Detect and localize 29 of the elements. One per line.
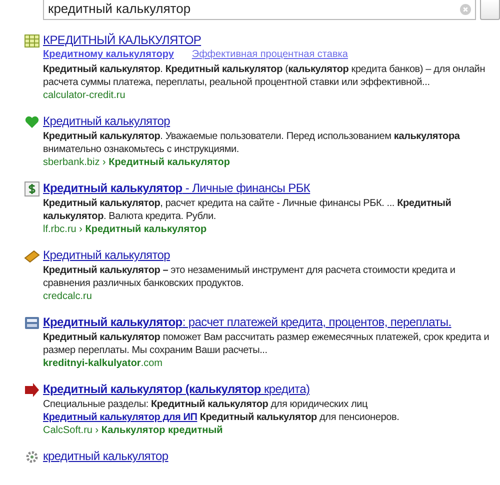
result-title-link[interactable]: Кредитный калькулятор (43, 247, 494, 263)
heart-icon (24, 114, 40, 130)
result-snippet: Кредитный калькулятор. Уважаемые пользователи. Перед использованием калькулятора внимательно ознакомьтесь с инструкциями. (43, 130, 461, 156)
result-snippet: Кредитный калькулятор. Кредитный калькулятор (калькулятор кредита банков) – для онлайн расчета суммы платежа, переплаты, реальной процентной ставки или эффективной... (43, 63, 486, 89)
sitelink[interactable]: Кредитному калькулятору (43, 48, 174, 62)
snippet-link[interactable]: Кредитный калькулятор для ИП (43, 412, 198, 423)
result-title-link[interactable]: Кредитный калькулятор (калькулятор кредита) (43, 381, 494, 397)
result-title-link[interactable]: Кредитный калькулятор (43, 113, 494, 129)
calculator-icon (24, 315, 40, 331)
sitelink[interactable]: Эффективная процентная ставка (192, 48, 348, 62)
result-snippet: Кредитный калькулятор поможет Вам рассчитать размер ежемесячных платежей, срок кредита и размер переплаты. Мы сохраним Ваши расчеты... (43, 331, 490, 357)
result-snippet: Кредитный калькулятор, расчет кредита на сайте - Личные финансы РБК. ... Кредитный калькулятор. Валюта кредита. Рубли. (43, 197, 452, 223)
result-url: CalcSoft.ru › Калькулятор кредитный (43, 424, 224, 437)
result-url: kreditnyi-kalkulyator.com (43, 357, 164, 370)
result-url: sberbank.biz › Кредитный калькулятор (43, 156, 231, 169)
dollar-icon (24, 181, 40, 197)
result-title-link[interactable]: Кредитный калькулятор - Личные финансы РБК (43, 180, 494, 196)
table-icon (24, 33, 40, 49)
clear-icon[interactable] (460, 4, 472, 14)
result-url: calculator-credit.ru (43, 89, 126, 102)
result-snippet: Кредитный калькулятор – это незаменимый инструмент для расчета стоимости кредита и сравнения различных банковских продуктов. (43, 264, 456, 290)
result-title-link[interactable]: Кредитный калькулятор: расчет платежей кредита, процентов, переплаты. (43, 314, 494, 330)
search-button[interactable] (480, 0, 500, 20)
result-url: lf.rbc.ru › Кредитный калькулятор (43, 223, 208, 236)
arrow-icon (24, 382, 40, 398)
result-url: credcalc.ru (43, 290, 93, 303)
result-title-link[interactable]: кредитный калькулятор (43, 448, 168, 464)
result-snippet: Специальные разделы: Кредитный калькулятор для юридических лиц Кредитный калькулятор для ИП Кредитный калькулятор для пенсионеров. (43, 398, 400, 424)
result-title-link[interactable]: КРЕДИТНЫЙ КАЛЬКУЛЯТОР (43, 32, 494, 48)
